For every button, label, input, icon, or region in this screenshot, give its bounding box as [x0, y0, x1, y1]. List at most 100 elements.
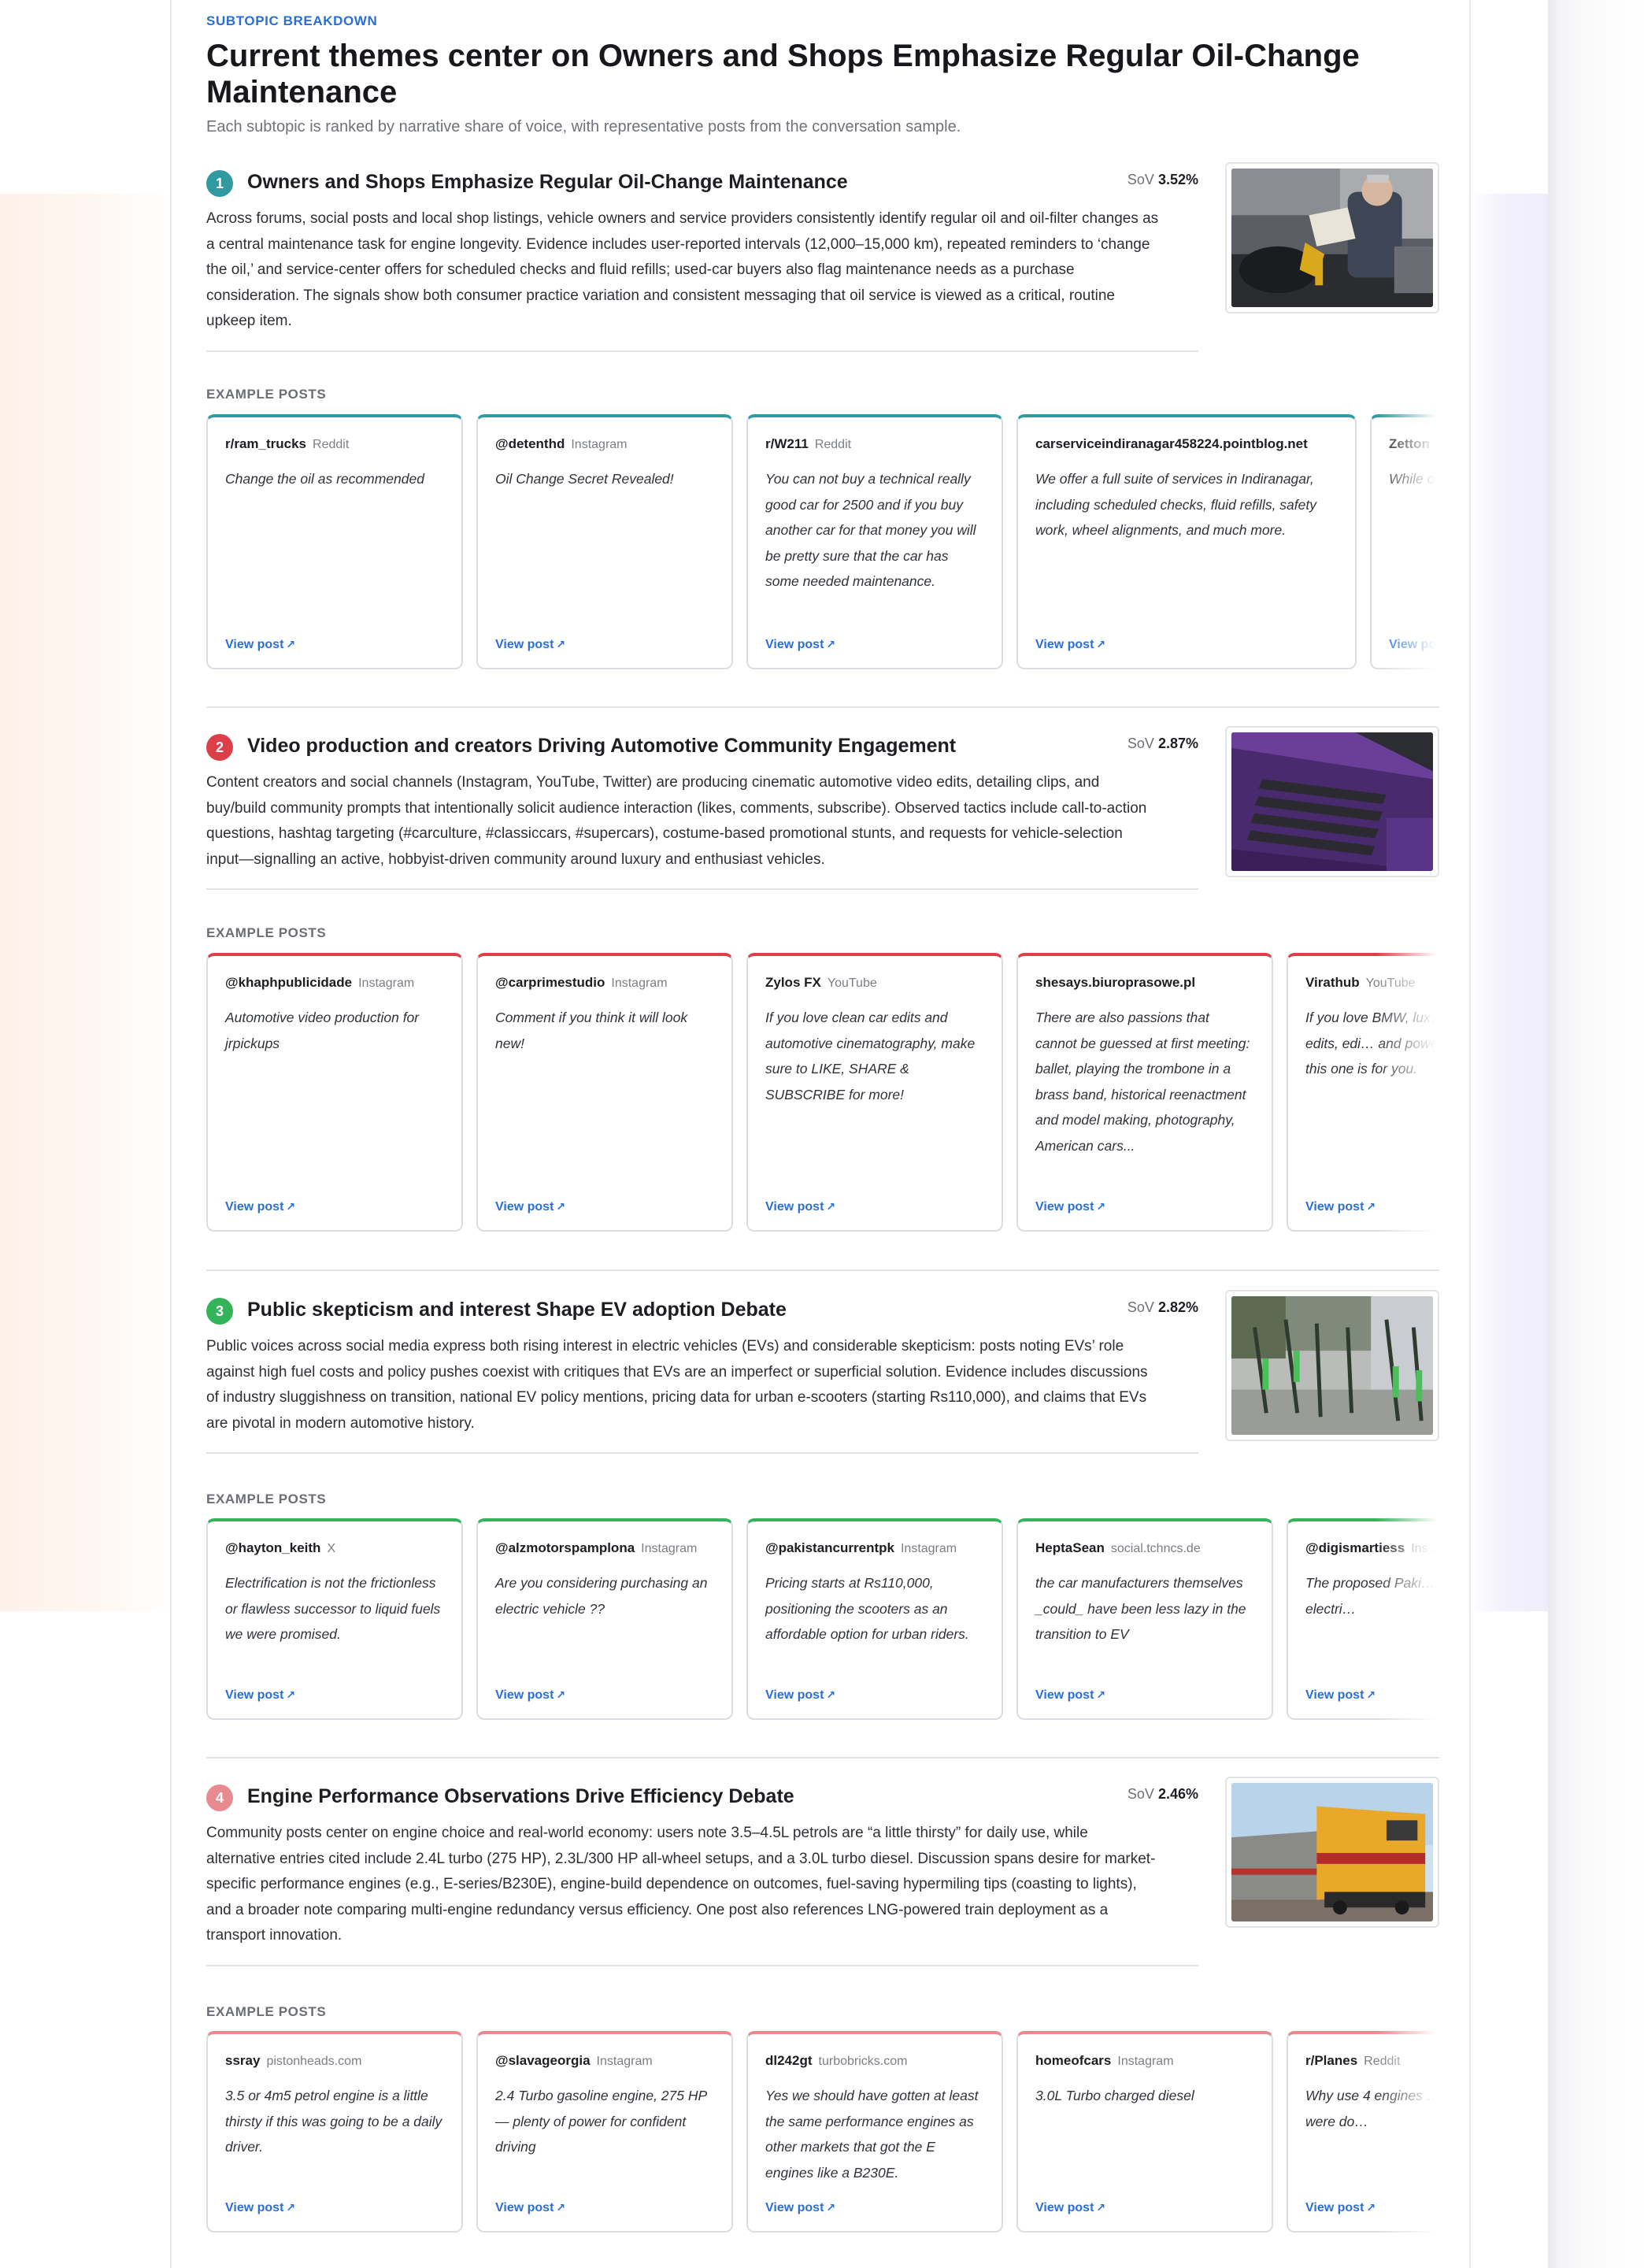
view-post-link[interactable]: View post↗ — [765, 638, 835, 652]
sov-value: 3.52% — [1157, 172, 1198, 187]
view-post-label: View post — [495, 2201, 554, 2214]
subtopic-title: Owners and Shops Emphasize Regular Oil-C… — [247, 171, 848, 193]
post-card[interactable]: dl242gt turbobricks.com Yes we should hav… — [746, 2031, 1003, 2233]
view-post-link[interactable]: View post↗ — [225, 1688, 295, 1703]
external-link-icon: ↗ — [286, 1200, 296, 1213]
post-author: @slavageorgia — [495, 2053, 591, 2068]
external-link-icon: ↗ — [556, 638, 566, 650]
share-of-voice: SoV 2.87% — [1127, 736, 1198, 752]
post-card[interactable]: Zylos FX YouTube If you love clean car ed… — [746, 953, 1003, 1232]
view-post-link[interactable]: View post↗ — [1389, 638, 1439, 652]
page-subtitle: Each subtopic is ranked by narrative sha… — [206, 118, 961, 135]
view-post-label: View post — [225, 2201, 284, 2214]
post-card[interactable]: r/W211 Reddit You can not buy a technical… — [746, 414, 1003, 669]
rank-badge: 3 — [206, 1298, 233, 1325]
view-post-link[interactable]: View post↗ — [495, 638, 565, 652]
external-link-icon: ↗ — [286, 638, 296, 650]
view-post-label: View post — [1305, 2201, 1364, 2214]
subtopic-summary: Community posts center on engine choice … — [206, 1825, 1156, 1944]
page-edge-shadow — [1548, 0, 1644, 2268]
post-card[interactable]: shesays.biuroprasowe.pl There are also p… — [1016, 953, 1273, 1232]
view-post-link[interactable]: View post↗ — [495, 1688, 565, 1703]
external-link-icon: ↗ — [556, 1688, 566, 1701]
view-post-link[interactable]: View post↗ — [495, 1200, 565, 1214]
e-scooters-parked-image[interactable] — [1225, 1290, 1439, 1441]
section-divider — [206, 1757, 1439, 1758]
post-excerpt: The proposed Paki… Policies for… electri… — [1305, 1575, 1439, 1617]
view-post-link[interactable]: View post↗ — [1035, 1688, 1105, 1703]
view-post-link[interactable]: View post↗ — [225, 2201, 295, 2215]
post-author: Virathub — [1305, 975, 1360, 990]
post-card[interactable]: @pakistancurrentpk Instagram Pricing star… — [746, 1518, 1003, 1720]
post-card-header: @pakistancurrentpk Instagram — [765, 1540, 989, 1556]
post-card-header: @khaphpublicidade Instagram — [225, 975, 449, 991]
post-card[interactable]: homeofcars Instagram 3.0L Turbo charged d… — [1016, 2031, 1273, 2233]
post-excerpt: Pricing starts at Rs110,000, positioning… — [765, 1575, 969, 1642]
view-post-link[interactable]: View post↗ — [1305, 1688, 1376, 1703]
post-excerpt: Electrification is not the frictionless … — [225, 1575, 441, 1642]
view-post-link[interactable]: View post↗ — [1035, 1200, 1105, 1214]
view-post-link[interactable]: View post↗ — [225, 638, 295, 652]
view-post-link[interactable]: View post↗ — [1035, 638, 1105, 652]
view-post-link[interactable]: View post↗ — [765, 1200, 835, 1214]
post-excerpt: Automotive video production for jrpickup… — [225, 1010, 420, 1051]
post-card-header: Zylos FX YouTube — [765, 975, 989, 991]
post-card[interactable]: @slavageorgia Instagram 2.4 Turbo gasolin… — [476, 2031, 733, 2233]
post-card-header: r/ram_trucks Reddit — [225, 436, 449, 452]
post-card[interactable]: r/ram_trucks Reddit Change the oil as rec… — [206, 414, 463, 669]
post-platform: Reddit — [1364, 2055, 1401, 2068]
external-link-icon: ↗ — [286, 2201, 296, 2214]
view-post-link[interactable]: View post↗ — [765, 2201, 835, 2215]
post-excerpt: the car manufacturers themselves _could_… — [1035, 1575, 1246, 1642]
post-platform: Reddit — [313, 438, 350, 451]
post-platform: YouTube — [827, 976, 877, 990]
share-of-voice: SoV 2.46% — [1127, 1786, 1198, 1803]
example-posts-carousel[interactable]: @khaphpublicidade Instagram Automotive vi… — [206, 953, 1439, 1232]
post-card-header: HeptaSean social.tchncs.de — [1035, 1540, 1259, 1556]
example-posts-carousel[interactable]: ssray pistonheads.com 3.5 or 4m5 petrol e… — [206, 2031, 1439, 2233]
summary-rule — [206, 1965, 1198, 1966]
post-platform: Instagram — [611, 976, 668, 990]
post-card[interactable]: @hayton_keith X Electrification is not th… — [206, 1518, 463, 1720]
post-card[interactable]: HeptaSean social.tchncs.de the car manufa… — [1016, 1518, 1273, 1720]
post-card[interactable]: carserviceindiranagar458224.pointblog.ne… — [1016, 414, 1357, 669]
post-author: r/W211 — [765, 436, 809, 451]
post-card[interactable]: @alzmotorspamplona Instagram Are you cons… — [476, 1518, 733, 1720]
post-platform: Instagram — [596, 2055, 653, 2068]
yellow-locomotive-image[interactable] — [1225, 1777, 1439, 1928]
view-post-link[interactable]: View post↗ — [495, 2201, 565, 2215]
post-excerpt: 3.5 or 4m5 petrol engine is a little thi… — [225, 2088, 442, 2155]
post-excerpt: Change the oil as recommended — [225, 471, 424, 487]
post-card[interactable]: r/Planes Reddit Why use 4 engines … same … — [1287, 2031, 1439, 2233]
rank-badge: 1 — [206, 170, 233, 197]
post-platform: turbobricks.com — [818, 2055, 908, 2068]
post-excerpt: Are you considering purchasing an electr… — [495, 1575, 708, 1617]
post-excerpt: Why use 4 engines … same job 3 were do… — [1305, 2088, 1439, 2129]
view-post-link[interactable]: View post↗ — [1305, 2201, 1376, 2215]
example-posts-carousel[interactable]: @hayton_keith X Electrification is not th… — [206, 1518, 1439, 1720]
post-card[interactable]: ssray pistonheads.com 3.5 or 4m5 petrol e… — [206, 2031, 463, 2233]
example-posts-carousel[interactable]: r/ram_trucks Reddit Change the oil as rec… — [206, 414, 1439, 669]
purple-car-hood-image[interactable] — [1225, 726, 1439, 877]
view-post-link[interactable]: View post↗ — [1305, 1200, 1376, 1214]
left-decor-band — [0, 194, 170, 902]
view-post-link[interactable]: View post↗ — [1035, 2201, 1105, 2215]
mechanic-pouring-oil-image[interactable] — [1225, 162, 1439, 313]
external-link-icon: ↗ — [826, 638, 836, 650]
view-post-link[interactable]: View post↗ — [225, 1200, 295, 1214]
post-card[interactable]: @detenthd Instagram Oil Change Secret Rev… — [476, 414, 733, 669]
view-post-link[interactable]: View post↗ — [765, 1688, 835, 1703]
post-card[interactable]: @khaphpublicidade Instagram Automotive vi… — [206, 953, 463, 1232]
example-posts-label: EXAMPLE POSTS — [206, 2004, 327, 2019]
post-author: carserviceindiranagar458224.pointblog.ne… — [1035, 436, 1308, 451]
post-card[interactable]: Virathub YouTube If you love BMW, lux… ci… — [1287, 953, 1439, 1232]
post-card[interactable]: @carprimestudio Instagram Comment if you … — [476, 953, 733, 1232]
post-platform: Instagram — [900, 1542, 957, 1555]
post-card[interactable]: @digismartiess Ins… The proposed Paki… Po… — [1287, 1518, 1439, 1720]
post-author: @hayton_keith — [225, 1540, 321, 1555]
left-decor-band — [0, 902, 170, 1611]
post-card[interactable]: Zetton While o… importa… are arg… View p… — [1370, 414, 1439, 669]
post-author: HeptaSean — [1035, 1540, 1105, 1555]
summary-rule — [206, 350, 1198, 352]
post-author: @pakistancurrentpk — [765, 1540, 894, 1555]
